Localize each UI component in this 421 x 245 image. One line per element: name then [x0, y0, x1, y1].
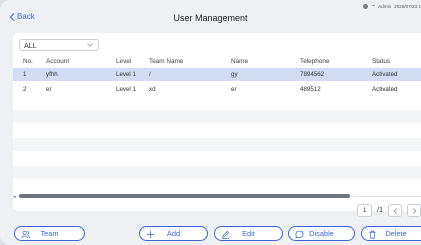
cell-team-name: / — [149, 71, 151, 78]
col-header-telephone: Telephone — [300, 58, 330, 65]
next-page-button[interactable] — [407, 204, 421, 217]
cell-level: Level 1 — [116, 86, 136, 93]
table-header: No. Account Level Team Name Name Telepho… — [13, 55, 421, 68]
status-bar: ⊸ Admin 2025/07/23 1 — [362, 3, 421, 9]
page-title: User Management — [173, 13, 248, 23]
page-number-input[interactable]: 1 — [357, 204, 373, 217]
empty-row — [13, 110, 421, 123]
col-header-account: Account — [46, 58, 70, 65]
col-header-status: Status — [372, 58, 391, 65]
chevron-down-icon — [87, 43, 93, 47]
datetime: 2025/07/23 1 — [394, 3, 421, 9]
cell-no: 2 — [23, 86, 27, 93]
disable-button[interactable]: Disable — [288, 226, 355, 241]
cell-team-name: xd — [149, 86, 156, 93]
chevron-right-icon — [412, 207, 416, 214]
table-row[interactable]: 1 yfhh Level 1 / gy 7894562 Activated — [13, 68, 421, 81]
delete-button[interactable]: Delete — [361, 226, 421, 241]
chevron-left-icon — [393, 207, 397, 214]
cell-account: er — [46, 86, 52, 93]
col-header-name: Name — [231, 58, 249, 65]
pagination: 1 /1 — [357, 204, 421, 217]
cell-status: Activated — [372, 71, 398, 78]
cell-status: Activated — [372, 86, 398, 93]
prev-page-button[interactable] — [388, 204, 402, 217]
cell-account: yfhh — [46, 71, 58, 78]
table-row[interactable]: 2 er Level 1 xd er 489512 Activated — [13, 83, 421, 96]
scrollbar-thumb[interactable] — [19, 194, 350, 198]
current-user: Admin — [378, 3, 392, 9]
col-header-level: Level — [116, 58, 132, 65]
empty-row — [13, 138, 421, 151]
team-label: Team — [40, 229, 59, 238]
page-total: /1 — [377, 207, 383, 214]
col-header-team-name: Team Name — [149, 58, 184, 65]
user-table-panel: ALL No. Account Level Team Name Name Tel… — [13, 33, 421, 211]
team-button[interactable]: Team — [14, 226, 85, 241]
cell-name: gy — [231, 71, 238, 78]
top-bar: Back User Management ⊸ Admin 2025/07/23 … — [0, 0, 421, 34]
connection-status-icon — [362, 3, 368, 9]
delete-label: Delete — [385, 229, 407, 238]
network-icon: ⊸ — [370, 3, 376, 9]
edit-label: Edit — [242, 229, 255, 238]
empty-row — [13, 166, 421, 179]
filter-value: ALL — [24, 40, 37, 50]
app-window: Back User Management ⊸ Admin 2025/07/23 … — [0, 0, 421, 245]
cell-telephone: 489512 — [300, 86, 321, 93]
cell-level: Level 1 — [116, 71, 136, 78]
disable-label: Disable — [309, 229, 334, 238]
col-header-no: No. — [23, 58, 33, 65]
level-filter-select[interactable]: ALL — [19, 39, 99, 51]
edit-button[interactable]: Edit — [214, 226, 283, 241]
horizontal-scrollbar[interactable]: ◂ — [13, 194, 421, 200]
cell-no: 1 — [23, 71, 27, 78]
add-label: Add — [166, 229, 181, 238]
cell-telephone: 7894562 — [300, 71, 325, 78]
scroll-left-icon[interactable]: ◂ — [13, 194, 16, 200]
add-button[interactable]: Add — [139, 226, 208, 241]
cell-name: er — [231, 86, 237, 93]
